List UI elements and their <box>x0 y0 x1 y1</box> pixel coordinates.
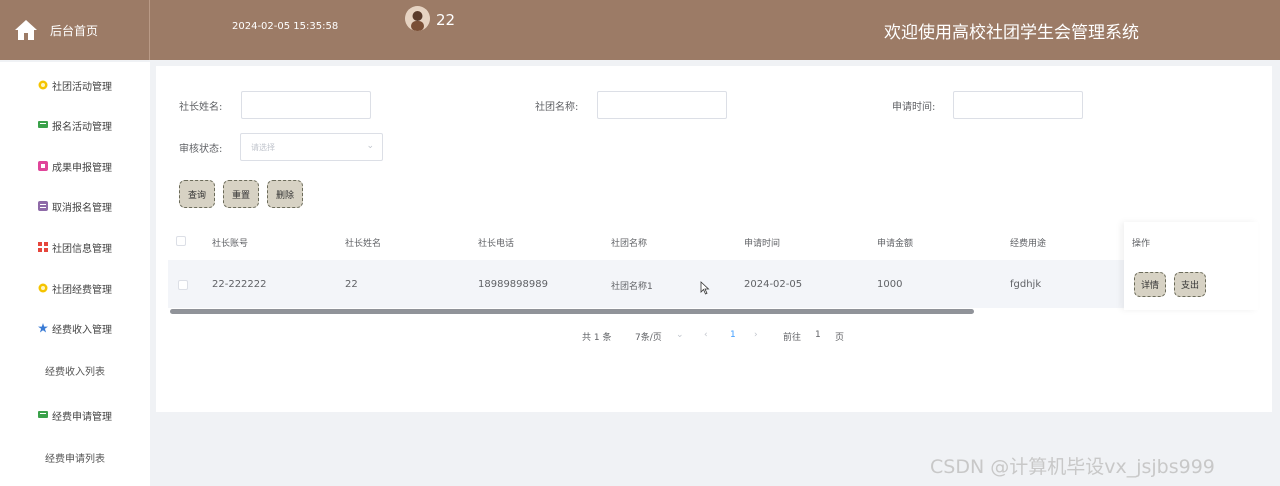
operations-column: 操作 详情 支出 <box>1124 222 1258 310</box>
page-number[interactable]: 1 <box>730 330 736 340</box>
query-button[interactable]: 查询 <box>179 180 216 208</box>
home-icon <box>15 20 37 40</box>
sidebar: 社团活动管理 报名活动管理 成果申报管理 取消报名管理 社团信息管理 社团经费管… <box>0 62 150 486</box>
sidebar-item-label: 社团信息管理 <box>52 243 112 255</box>
chevron-down-icon: ⌄ <box>366 141 374 151</box>
sidebar-item-funds-apply[interactable]: 经费申请管理 <box>0 395 150 435</box>
grid-icon <box>38 242 48 252</box>
chevron-down-icon: ⌄ <box>676 330 684 340</box>
home-label: 后台首页 <box>50 23 99 38</box>
table-header: 社长账号 社长姓名 社长电话 社团名称 申请时间 申请金额 经费用途 <box>168 226 1258 256</box>
main-content: 社长姓名: 社团名称: 申请时间: 审核状态: 请选择 ⌄ 查询 重置 删除 社… <box>156 66 1272 412</box>
row-checkbox[interactable] <box>178 280 188 290</box>
watermark: CSDN @计算机毕设vx_jsjbs999 <box>930 456 1215 478</box>
expense-button[interactable]: 支出 <box>1174 272 1207 297</box>
list-icon <box>38 201 48 211</box>
sidebar-item-label: 经费收入管理 <box>52 324 112 336</box>
mouse-cursor-icon <box>700 281 710 295</box>
gift-icon <box>38 161 48 171</box>
sidebar-item-label: 经费申请管理 <box>52 411 112 423</box>
sidebar-item-club-activity[interactable]: 社团活动管理 <box>0 65 150 105</box>
home-link[interactable]: 后台首页 <box>0 0 150 60</box>
review-status-placeholder: 请选择 <box>251 143 275 152</box>
prev-page-button[interactable]: ‹ <box>704 330 708 340</box>
detail-button[interactable]: 详情 <box>1134 272 1167 297</box>
review-status-select[interactable]: 请选择 ⌄ <box>240 133 383 161</box>
sun-icon <box>38 80 48 90</box>
apply-time-input[interactable] <box>953 91 1083 119</box>
horizontal-scrollbar[interactable] <box>170 309 974 314</box>
sidebar-item-label: 社团活动管理 <box>52 81 112 93</box>
reset-button[interactable]: 重置 <box>223 180 260 208</box>
leader-name-label: 社长姓名: <box>179 102 223 113</box>
sidebar-item-label: 取消报名管理 <box>52 202 112 214</box>
sidebar-item-club-funds[interactable]: 社团经费管理 <box>0 268 150 308</box>
column-header: 社团名称 <box>611 239 648 249</box>
cell-account: 22-222222 <box>212 279 267 290</box>
goto-label: 前往 <box>783 333 802 343</box>
cell-date: 2024-02-05 <box>744 279 803 290</box>
column-header: 申请金额 <box>877 239 914 249</box>
club-name-label: 社团名称: <box>535 102 579 113</box>
cell-purpose: fgdhjk <box>1010 279 1042 290</box>
leader-name-input[interactable] <box>241 91 371 119</box>
column-header: 操作 <box>1132 239 1151 249</box>
delete-button[interactable]: 删除 <box>267 180 304 208</box>
sidebar-item-label: 成果申报管理 <box>52 162 112 174</box>
sidebar-subitem-apply-list[interactable]: 经费申请列表 <box>0 437 150 477</box>
review-status-label: 审核状态: <box>179 144 223 155</box>
avatar[interactable] <box>405 6 430 31</box>
sidebar-subitem-income-list[interactable]: 经费收入列表 <box>0 350 150 390</box>
top-header: 后台首页 2024-02-05 15:35:58 22 欢迎使用高校社团学生会管… <box>0 0 1280 60</box>
cell-amount: 1000 <box>877 279 903 290</box>
sidebar-item-achievement[interactable]: 成果申报管理 <box>0 146 150 186</box>
page-suffix: 页 <box>835 333 845 343</box>
star-icon <box>38 323 48 333</box>
select-all-checkbox[interactable] <box>176 236 186 246</box>
goto-input[interactable]: 1 <box>815 330 821 340</box>
column-header: 社长电话 <box>478 239 515 249</box>
column-header: 经费用途 <box>1010 239 1047 249</box>
apply-time-label: 申请时间: <box>892 102 936 113</box>
table-row[interactable]: 22-222222 22 18989898989 社团名称1 2024-02-0… <box>168 260 1126 308</box>
cell-name: 22 <box>345 279 358 290</box>
sidebar-item-label: 社团经费管理 <box>52 284 112 296</box>
page-size-select[interactable]: 7条/页 <box>635 330 662 343</box>
sidebar-item-club-info[interactable]: 社团信息管理 <box>0 227 150 267</box>
current-datetime: 2024-02-05 15:35:58 <box>232 21 339 32</box>
sun-icon <box>38 283 48 293</box>
sidebar-item-label: 经费申请列表 <box>45 453 105 465</box>
cell-club: 社团名称1 <box>611 282 653 292</box>
sidebar-item-funds-income[interactable]: 经费收入管理 <box>0 308 150 348</box>
sidebar-item-signup-activity[interactable]: 报名活动管理 <box>0 105 150 145</box>
sidebar-item-label: 经费收入列表 <box>45 366 105 378</box>
club-name-input[interactable] <box>597 91 727 119</box>
next-page-button[interactable]: › <box>754 330 758 340</box>
message-icon <box>38 411 48 418</box>
pagination-total: 共 1 条 <box>582 333 612 343</box>
cell-phone: 18989898989 <box>478 279 548 290</box>
column-header: 申请时间 <box>744 239 781 249</box>
sidebar-item-label: 报名活动管理 <box>52 121 112 133</box>
username: 22 <box>436 11 456 29</box>
column-header: 社长姓名 <box>345 239 382 249</box>
column-header: 社长账号 <box>212 239 249 249</box>
system-title: 欢迎使用高校社团学生会管理系统 <box>884 23 1139 43</box>
message-icon <box>38 121 48 128</box>
sidebar-item-cancel-signup[interactable]: 取消报名管理 <box>0 186 150 226</box>
